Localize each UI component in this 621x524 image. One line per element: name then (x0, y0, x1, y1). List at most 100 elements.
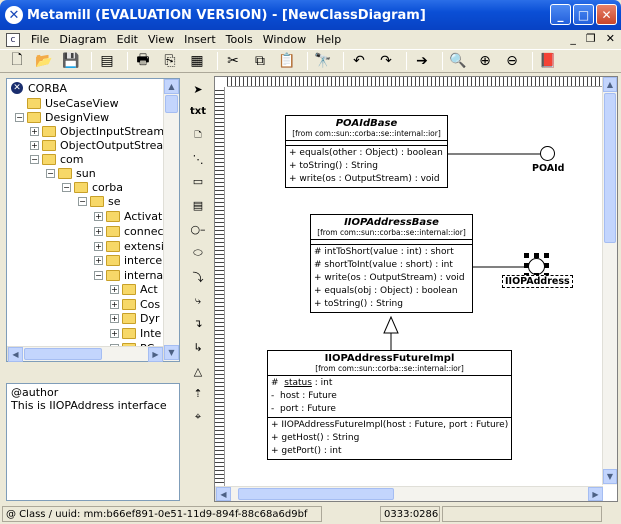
expand-icon[interactable]: + (110, 313, 119, 323)
tree-item-usecaseview[interactable]: UseCaseView (27, 96, 119, 110)
selection-handle[interactable] (524, 253, 529, 258)
tree-item-interceptor[interactable]: + intercep (94, 253, 169, 267)
zoom-in-icon[interactable]: ⊕ (474, 51, 496, 71)
tree-item-designview[interactable]: − DesignView (15, 110, 109, 124)
expand-icon[interactable]: + (30, 126, 39, 136)
iiopaddress-interface-label[interactable]: IIOPAddress (502, 275, 573, 288)
realization-tool-icon[interactable]: ⇡ (188, 384, 208, 402)
mdi-restore-icon[interactable]: ❐ (586, 32, 596, 45)
association-tool-icon[interactable]: ⤷ (188, 292, 208, 310)
expand-icon[interactable]: + (94, 255, 103, 265)
tree-item-internal[interactable]: − internal (94, 268, 166, 282)
documentation-panel[interactable]: @author This is IIOPAddress interface (6, 383, 180, 501)
expand-icon[interactable]: + (94, 241, 103, 251)
collapse-icon[interactable]: − (46, 168, 55, 178)
menu-view[interactable]: View (143, 33, 179, 46)
tree-item-se[interactable]: − se (78, 194, 121, 208)
expand-icon[interactable]: + (94, 226, 103, 236)
tree-item-objectinputstream[interactable]: + ObjectInputStream (30, 124, 164, 138)
collapse-icon[interactable]: − (30, 154, 39, 164)
canvas-hscroll-thumb[interactable] (238, 488, 394, 500)
redo-icon[interactable]: ↷ (375, 51, 397, 71)
port-tool-icon[interactable]: ⌖ (188, 408, 208, 426)
scroll-up-icon[interactable]: ▲ (603, 77, 617, 92)
tree-vertical-scrollbar[interactable]: ▲ ▼ (163, 79, 179, 361)
tree-hscroll-thumb[interactable] (24, 348, 102, 360)
canvas-vscroll-thumb[interactable] (604, 93, 616, 243)
expand-icon[interactable]: + (110, 284, 119, 294)
tree-item-activation[interactable]: + Activatio (94, 209, 172, 223)
tree-item-dyn[interactable]: + Dyr (110, 311, 160, 325)
class-iiopaddressfutureimpl[interactable]: IIOPAddressFutureImpl [from com::sun::co… (267, 350, 512, 460)
minimize-button[interactable]: _ (550, 4, 571, 25)
tree-item-corba[interactable]: ✕ CORBA (11, 81, 67, 95)
copy-icon[interactable]: ⧉ (249, 51, 271, 71)
tree-item-inte[interactable]: + Inte (110, 326, 161, 340)
class-iiopaddressbase[interactable]: IIOPAddressBase [from com::sun::corba::s… (310, 214, 473, 313)
selection-handle[interactable] (524, 263, 529, 268)
canvas-vertical-scrollbar[interactable]: ▲ ▼ (602, 77, 617, 485)
diagram-canvas[interactable]: POAId IIOPAddress POAIdBase [from com::s… (214, 76, 618, 502)
mdi-minimize-icon[interactable]: _ (570, 32, 576, 45)
expand-icon[interactable]: + (110, 299, 119, 309)
class-tool-icon[interactable]: ▤ (188, 196, 208, 214)
tree-horizontal-scrollbar[interactable]: ◀ ▶ (7, 346, 163, 362)
zoom-out-icon[interactable]: ⊖ (501, 51, 523, 71)
scroll-right-icon[interactable]: ▶ (148, 347, 163, 362)
export-icon[interactable]: ⎘ (159, 51, 181, 71)
save-icon[interactable]: 💾 (60, 51, 82, 71)
exit-icon[interactable]: ➔ (411, 51, 433, 71)
menu-help[interactable]: Help (311, 33, 346, 46)
find-icon[interactable]: 🔭 (312, 51, 334, 71)
anchor-line-icon[interactable]: ⋱ (188, 150, 208, 168)
model-tree[interactable]: ✕ CORBA UseCaseView − DesignView + Objec… (6, 78, 180, 362)
scroll-left-icon[interactable]: ◀ (8, 347, 23, 362)
generalization-tool-icon[interactable]: △ (188, 362, 208, 380)
new-file-icon[interactable]: 🗋 (6, 51, 28, 71)
menu-tools[interactable]: Tools (221, 33, 258, 46)
zoom-fit-icon[interactable]: 🔍 (447, 51, 469, 71)
collapse-icon[interactable]: − (15, 112, 24, 122)
help-book-icon[interactable]: 📕 (537, 51, 559, 71)
open-folder-icon[interactable]: 📂 (33, 51, 55, 71)
document-icon[interactable]: c (6, 32, 20, 47)
metamill-app-icon[interactable]: ✕ (5, 6, 23, 24)
tree-item-corba-pkg[interactable]: − corba (62, 180, 123, 194)
selection-handle[interactable] (544, 253, 549, 258)
scroll-up-icon[interactable]: ▲ (164, 79, 179, 94)
tree-item-extension[interactable]: + extensi (94, 239, 164, 253)
tree-item-com[interactable]: − com (30, 152, 84, 166)
collapse-icon[interactable]: − (94, 270, 103, 280)
maximize-button[interactable]: □ (573, 4, 594, 25)
menu-edit[interactable]: Edit (112, 33, 143, 46)
pdf-icon[interactable]: ▦ (186, 51, 208, 71)
close-button[interactable]: ✕ (596, 4, 617, 25)
tree-item-act[interactable]: + Act (110, 282, 158, 296)
scroll-right-icon[interactable]: ▶ (588, 487, 603, 501)
expand-icon[interactable]: + (30, 140, 39, 150)
object-tool-icon[interactable]: ⬭ (188, 244, 208, 262)
scroll-down-icon[interactable]: ▼ (164, 345, 179, 360)
poaid-interface-circle[interactable] (540, 146, 555, 161)
tree-item-sun[interactable]: − sun (46, 166, 96, 180)
menu-file[interactable]: File (26, 33, 54, 46)
expand-icon[interactable]: + (94, 211, 103, 221)
note-tool-icon[interactable]: 🗅 (188, 126, 208, 144)
collapse-icon[interactable]: − (62, 182, 71, 192)
text-tool-icon[interactable]: txt (188, 102, 208, 120)
print-icon[interactable]: 🖶 (132, 51, 154, 71)
tree-scroll-thumb[interactable] (165, 95, 178, 113)
properties-icon[interactable]: ▤ (96, 51, 118, 71)
select-pointer-icon[interactable]: ➤ (188, 80, 208, 98)
title-bar[interactable]: ✕ Metamill (EVALUATION VERSION) - [NewCl… (0, 0, 621, 30)
selection-handle[interactable] (544, 263, 549, 268)
aggregation-tool-icon[interactable]: ↴ (188, 314, 208, 332)
menu-window[interactable]: Window (258, 33, 311, 46)
interface-tool-icon[interactable]: ○– (188, 220, 208, 238)
paste-icon[interactable]: 📋 (276, 51, 298, 71)
menu-diagram[interactable]: Diagram (54, 33, 111, 46)
scroll-left-icon[interactable]: ◀ (216, 487, 231, 501)
expand-icon[interactable]: + (110, 328, 119, 338)
composition-tool-icon[interactable]: ↳ (188, 338, 208, 356)
class-poaidbase[interactable]: POAIdBase [from com::sun::corba::se::int… (285, 115, 448, 188)
